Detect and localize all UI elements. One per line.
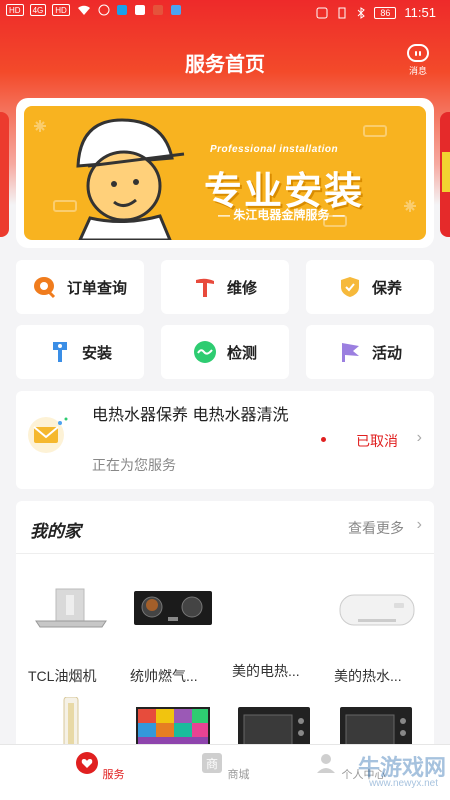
water-heater-image (339, 594, 415, 626)
service-repair[interactable]: 维修 (161, 260, 289, 314)
gas-stove-image (134, 591, 212, 625)
search-icon (33, 277, 56, 299)
service-order-query[interactable]: 订单查询 (16, 260, 144, 314)
product-item[interactable]: 统帅燃气... (130, 585, 228, 686)
nav-label: 商城 (227, 769, 250, 781)
wave-icon (193, 341, 216, 363)
service-maintenance[interactable]: 保养 (306, 260, 434, 314)
nav-tab-service[interactable]: 服务 (60, 751, 140, 782)
service-label: 活动 (371, 344, 402, 362)
app-header: 服务首页 消息 (0, 30, 450, 92)
envelope-icon (28, 417, 68, 453)
view-more-link[interactable]: 查看更多 (348, 518, 404, 538)
banner-prev-slide[interactable] (0, 112, 9, 237)
banner-next-slide[interactable] (440, 112, 450, 237)
product-name: 统帅燃气... (130, 668, 198, 684)
order-title: 电热水器保养 电热水器清洗 (92, 407, 289, 424)
notification-icon (98, 4, 110, 16)
section-title: 我的家 (30, 522, 81, 541)
status-dot-icon (321, 437, 326, 442)
status-time: 11:51 (404, 5, 436, 20)
heart-icon (76, 752, 99, 774)
bluetooth-icon (358, 6, 366, 19)
order-card[interactable]: 电热水器保养 电热水器清洗 正在为您服务 已取消 › (16, 391, 434, 489)
status-bar: HD 4G HD 86 11:51 (0, 0, 450, 26)
status-chip: HD (6, 4, 24, 16)
service-activity[interactable]: 活动 (306, 325, 434, 379)
service-install[interactable]: 安装 (16, 325, 144, 379)
vibrate-icon (338, 7, 346, 18)
air-conditioner-image (63, 697, 79, 751)
order-status: 已取消 (356, 433, 398, 449)
divider (16, 553, 434, 554)
app-icon (152, 5, 163, 15)
flag-icon (341, 343, 359, 362)
nav-label: 服务 (102, 769, 125, 781)
product-item[interactable]: 美的电热... (232, 585, 330, 681)
service-label: 检测 (226, 344, 257, 362)
banner-pro-text: Professional installation (210, 144, 339, 155)
service-label: 订单查询 (66, 279, 127, 297)
nav-tab-mall[interactable]: 商 商城 (185, 751, 265, 782)
user-icon (317, 754, 336, 773)
water-heater-image (238, 585, 324, 647)
product-item[interactable]: 美的热水... (334, 585, 432, 686)
status-chip: HD (52, 4, 70, 16)
status-chip: 4G (29, 4, 47, 16)
app-icon (116, 5, 127, 15)
chevron-right-icon: › (416, 429, 422, 446)
banner-subheading: — 朱江电器金牌服务 — (218, 208, 345, 222)
service-label: 保养 (371, 279, 402, 297)
promo-banner[interactable]: Professional installation 专业安装 — 朱江电器金牌服… (16, 98, 434, 248)
product-name: TCL油烟机 (28, 668, 97, 684)
service-inspect[interactable]: 检测 (161, 325, 289, 379)
app-icon (134, 5, 145, 15)
range-hood-image (35, 588, 107, 628)
shop-icon: 商 (202, 753, 223, 773)
page-title: 服务首页 (185, 54, 265, 76)
my-home-section: 我的家 查看更多 › TCL油烟机 统帅燃气... 美的电热... 美的热水..… (16, 501, 434, 751)
hammer-icon (195, 278, 214, 297)
wifi-icon (77, 5, 90, 15)
product-item[interactable]: TCL油烟机 (28, 585, 126, 686)
app-icon (170, 5, 181, 15)
banner-image: Professional installation 专业安装 — 朱江电器金牌服… (24, 106, 426, 240)
watermark-url: www.newyx.net (369, 778, 438, 789)
messages-label: 消息 (408, 66, 427, 76)
service-label: 安装 (81, 344, 112, 362)
service-label: 维修 (226, 279, 257, 297)
chevron-right-icon: › (416, 516, 422, 533)
installer-illustration (76, 118, 185, 240)
messages-button[interactable]: 消息 (404, 44, 432, 77)
nfc-icon (316, 7, 328, 18)
svg-text:商: 商 (206, 756, 218, 771)
shield-icon (340, 277, 359, 297)
order-subtitle: 正在为您服务 (92, 457, 176, 473)
message-icon (407, 44, 429, 62)
battery-icon: 86 (374, 6, 397, 19)
product-name: 美的电热... (232, 663, 300, 679)
product-name: 美的热水... (334, 668, 402, 684)
tool-icon (52, 342, 67, 362)
